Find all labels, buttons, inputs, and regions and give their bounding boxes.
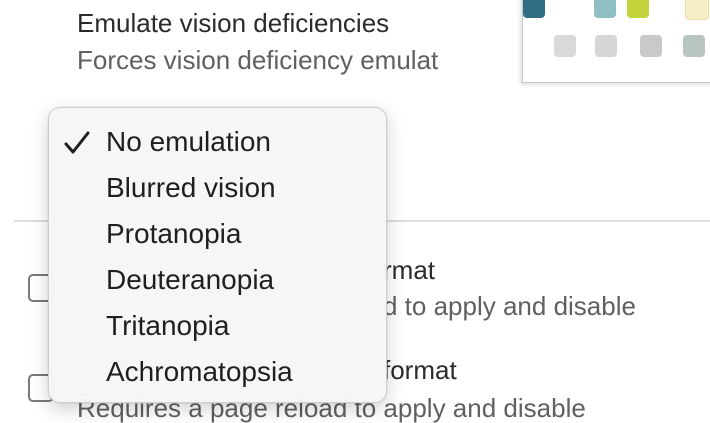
- menu-item-label: Achromatopsia: [106, 356, 293, 387]
- menu-item-label: Protanopia: [106, 218, 242, 249]
- option-description-1: d to apply and disable: [383, 291, 636, 321]
- color-swatch: [595, 35, 617, 57]
- vision-deficiency-title: Emulate vision deficiencies: [77, 8, 390, 38]
- color-palette-preview: [522, 0, 710, 83]
- settings-page: Emulate vision deficiencies Forces visio…: [0, 0, 710, 423]
- color-swatch: [683, 35, 705, 57]
- color-swatch: [554, 35, 576, 57]
- option-label-1: rmat: [383, 255, 435, 285]
- color-swatch: [640, 35, 662, 57]
- color-swatch: [594, 0, 616, 18]
- menu-item-achromatopsia[interactable]: Achromatopsia: [49, 354, 386, 390]
- menu-item-protanopia[interactable]: Protanopia: [49, 216, 386, 252]
- menu-item-label: Tritanopia: [106, 310, 230, 341]
- vision-deficiency-dropdown-menu[interactable]: No emulation Blurred vision Protanopia D…: [48, 107, 387, 403]
- menu-item-label: Blurred vision: [106, 172, 276, 203]
- color-swatch: [685, 0, 709, 20]
- color-swatch: [627, 0, 649, 18]
- menu-item-deuteranopia[interactable]: Deuteranopia: [49, 262, 386, 298]
- vision-deficiency-description: Forces vision deficiency emulat: [77, 45, 439, 75]
- menu-item-label: No emulation: [106, 126, 271, 157]
- menu-item-tritanopia[interactable]: Tritanopia: [49, 308, 386, 344]
- menu-item-label: Deuteranopia: [106, 264, 275, 295]
- option-label-2: format: [383, 355, 457, 385]
- checkmark-icon: [64, 131, 90, 154]
- menu-item-blurred-vision[interactable]: Blurred vision: [49, 170, 386, 206]
- menu-item-no-emulation[interactable]: No emulation: [49, 124, 386, 160]
- color-swatch: [523, 0, 545, 18]
